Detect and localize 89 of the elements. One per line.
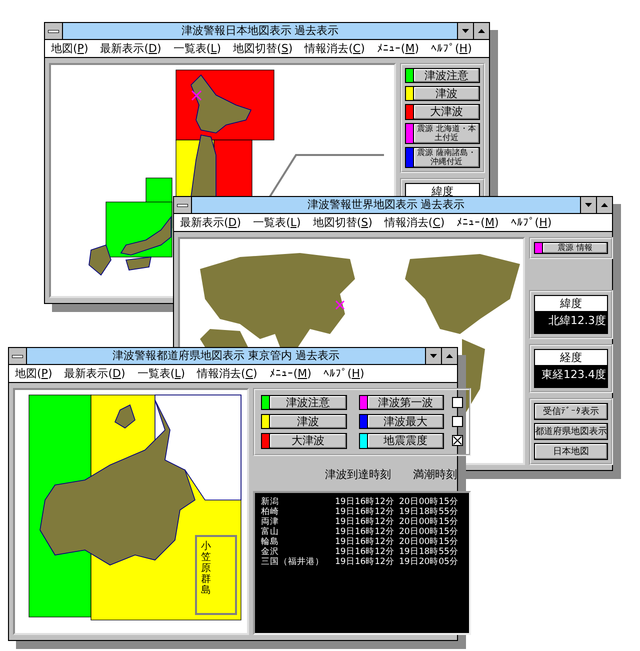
high-tide-time: 20日00時15分 <box>399 536 460 547</box>
epicenter-marker-icon <box>191 90 202 101</box>
menu-item[interactable]: 最新表示(D) <box>100 41 162 56</box>
legend-button[interactable]: 震源 情報 <box>542 242 608 254</box>
arrival-time: 19日16時12分 <box>335 556 396 567</box>
readout-value: 東経123.4度 <box>534 366 608 388</box>
place-name: 金沢 <box>261 546 280 557</box>
minimize-button[interactable] <box>457 23 473 39</box>
system-menu-button[interactable] <box>9 348 27 364</box>
arrival-time: 19日16時12分 <box>335 496 396 507</box>
menu-item[interactable]: 情報消去(C) <box>384 215 445 230</box>
arrival-time: 19日16時12分 <box>335 516 396 527</box>
legend-button[interactable]: 津波最大 <box>366 414 444 430</box>
place-name: 新潟 <box>261 496 280 507</box>
menu-item[interactable]: ﾍﾙﾌﾟ(H) <box>510 216 552 229</box>
menu-item[interactable]: ﾒﾆｭｰ(M) <box>376 42 419 55</box>
menu-item[interactable]: 最新表示(D) <box>64 366 126 381</box>
menu-item[interactable]: 情報消去(C) <box>304 41 365 56</box>
island-label: 小笠原群島 <box>201 541 211 598</box>
high-tide-time: 19日18時55分 <box>399 546 460 557</box>
menu-item[interactable]: 地図(P) <box>15 366 52 381</box>
minimize-button[interactable] <box>580 197 596 213</box>
legend-button[interactable]: 大津波 <box>413 104 480 120</box>
maximize-button[interactable] <box>596 197 612 213</box>
checkbox[interactable] <box>452 416 463 428</box>
menu-item[interactable]: 地図切替(S) <box>233 41 293 56</box>
command-button[interactable]: 受信ﾃﾞｰﾀ表示 <box>534 403 608 420</box>
checkbox[interactable] <box>452 435 463 446</box>
epicenter-marker-icon <box>335 300 345 310</box>
menu-item[interactable]: 情報消去(C) <box>197 366 258 381</box>
window-title: 津波警報日本地図表示 過去表示 <box>180 23 340 39</box>
down-triangle-icon <box>462 29 469 33</box>
high-tide-time: 20日00時15分 <box>399 526 460 537</box>
down-triangle-icon <box>430 354 437 358</box>
window-title: 津波警報都道府県地図表示 東京管内 過去表示 <box>112 348 340 364</box>
menu-item[interactable]: 一覧表(L) <box>173 41 222 56</box>
high-tide-time: 20日00時15分 <box>399 516 460 527</box>
up-triangle-icon <box>446 354 453 358</box>
menu-item[interactable]: ﾍﾙﾌﾟ(H) <box>431 42 472 55</box>
dash-icon <box>12 354 23 358</box>
minimize-button[interactable] <box>425 348 441 364</box>
menu-item[interactable]: 地図(P) <box>51 41 88 56</box>
high-tide-time: 19日18時55分 <box>399 506 460 517</box>
legend-button[interactable]: 大津波 <box>269 433 346 449</box>
maximize-button[interactable] <box>441 348 457 364</box>
legend-button[interactable]: 震源 薩南諸島・沖縄付近 <box>413 146 480 168</box>
arrival-time: 19日16時12分 <box>335 506 396 517</box>
system-menu-button[interactable] <box>45 23 63 39</box>
place-name: 輪島 <box>261 536 280 547</box>
legend-button[interactable]: 地震震度 <box>366 433 444 449</box>
place-name: 柏崎 <box>261 506 280 517</box>
command-button[interactable]: 日本地図 <box>534 443 608 460</box>
down-triangle-icon <box>585 203 592 207</box>
arrival-time: 19日16時12分 <box>335 526 396 537</box>
dash-icon <box>48 30 59 32</box>
menu-item[interactable]: ﾒﾆｭｰ(M) <box>269 367 312 380</box>
menu-item[interactable]: 地図切替(S) <box>312 215 372 230</box>
high-tide-time: 19日20時05分 <box>399 556 460 567</box>
up-triangle-icon <box>478 29 485 33</box>
menu-item[interactable]: 一覧表(L) <box>253 215 301 230</box>
place-name: 三国（福井港） <box>261 556 325 567</box>
high-tide-time: 20日00時15分 <box>399 496 460 507</box>
readout-label: 経度 <box>534 349 608 366</box>
landmass <box>88 244 112 276</box>
place-name: 富山 <box>261 526 280 537</box>
system-menu-button[interactable] <box>174 197 192 213</box>
legend-button[interactable]: 津波 <box>269 414 346 430</box>
place-name: 両津 <box>261 516 280 527</box>
legend-button[interactable]: 津波注意 <box>413 68 480 84</box>
menu-item[interactable]: ﾒﾆｭｰ(M) <box>456 216 499 229</box>
command-button[interactable]: 都道府県地図表示 <box>534 423 608 440</box>
menu-item[interactable]: 最新表示(D) <box>180 215 242 230</box>
up-triangle-icon <box>601 203 608 207</box>
arrival-time: 19日16時12分 <box>335 536 396 547</box>
readout-value: 北緯12.3度 <box>534 312 608 334</box>
window-title: 津波警報世界地図表示 過去表示 <box>306 197 466 213</box>
legend-button[interactable]: 震源 北海道・本土付近 <box>413 122 480 144</box>
arrival-time: 19日16時12分 <box>335 546 396 557</box>
menu-item[interactable]: 一覧表(L) <box>137 366 186 381</box>
menu-item[interactable]: ﾍﾙﾌﾟ(H) <box>323 367 364 380</box>
readout-label: 緯度 <box>534 295 608 312</box>
legend-button[interactable]: 津波第一波 <box>366 395 444 410</box>
checkbox[interactable] <box>452 397 463 408</box>
legend-button[interactable]: 津波注意 <box>269 395 346 410</box>
column-header: 満潮時刻 <box>413 466 457 482</box>
dash-icon <box>177 204 188 206</box>
legend-button[interactable]: 津波 <box>413 86 480 102</box>
column-header: 津波到達時刻 <box>325 466 391 482</box>
maximize-button[interactable] <box>473 23 489 39</box>
